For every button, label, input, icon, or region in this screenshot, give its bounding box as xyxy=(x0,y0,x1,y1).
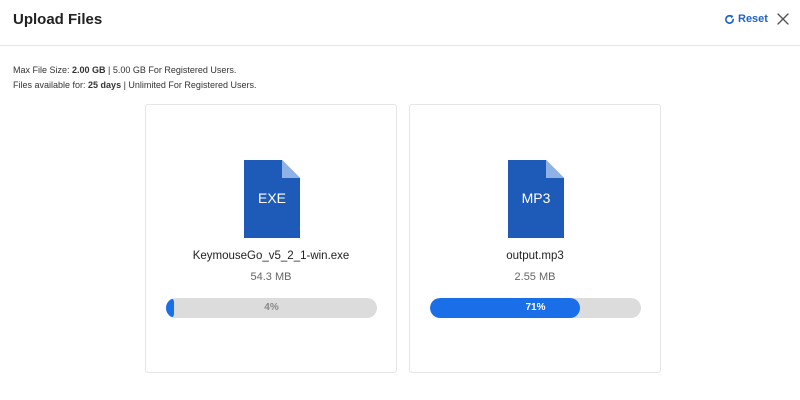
availability-value: 25 days xyxy=(88,80,122,90)
close-icon[interactable] xyxy=(776,12,790,26)
dialog-title: Upload Files xyxy=(13,11,103,28)
file-extension-label: MP3 xyxy=(521,190,551,206)
upload-progress-bar: 4% xyxy=(166,298,377,318)
file-size: 2.55 MB xyxy=(514,271,556,283)
availability-line: Files available for: 25 days | Unlimited… xyxy=(13,80,257,90)
reset-label: Reset xyxy=(738,13,768,25)
max-file-size-line: Max File Size: 2.00 GB | 5.00 GB For Reg… xyxy=(13,65,237,75)
upload-progress-bar: 71% xyxy=(430,298,641,318)
upload-limits-info: Max File Size: 2.00 GB | 5.00 GB For Reg… xyxy=(13,63,256,93)
max-file-size-value: 2.00 GB xyxy=(72,65,106,75)
file-card: EXE KeymouseGo_v5_2_1-win.exe 54.3 MB 4% xyxy=(145,104,397,373)
reset-button[interactable]: Reset xyxy=(724,13,768,25)
file-card: MP3 output.mp3 2.55 MB 71% xyxy=(409,104,661,373)
file-name: KeymouseGo_v5_2_1-win.exe xyxy=(192,250,350,262)
file-name: output.mp3 xyxy=(506,250,564,262)
refresh-icon xyxy=(725,14,734,24)
file-extension-label: EXE xyxy=(257,190,286,206)
file-size: 54.3 MB xyxy=(250,271,292,283)
exe-file-icon: EXE xyxy=(244,160,300,238)
progress-percent: 71% xyxy=(525,302,546,313)
progress-percent: 4% xyxy=(264,302,279,313)
dialog-header: Upload Files Reset xyxy=(0,0,800,46)
mp3-file-icon: MP3 xyxy=(508,160,564,238)
